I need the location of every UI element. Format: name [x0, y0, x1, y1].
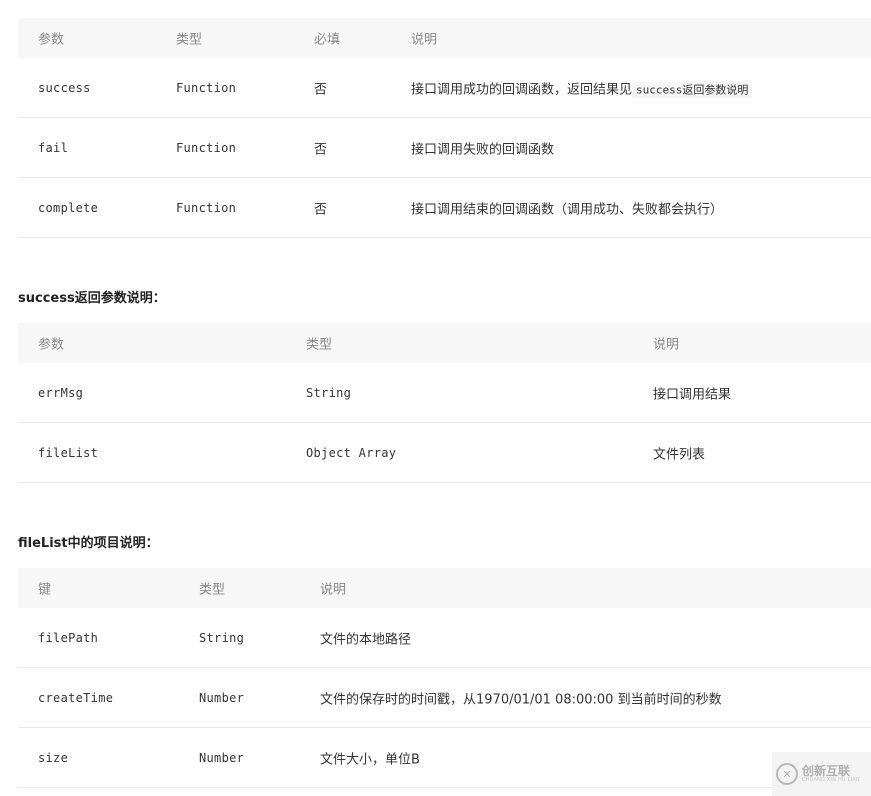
- param-type: Function: [176, 140, 237, 155]
- param-type: String: [306, 385, 352, 400]
- header-type: 类型: [199, 582, 226, 598]
- param-required: 否: [314, 202, 328, 217]
- watermark: ✕ 创新互联 CHUANG XIN HU LIAN: [772, 752, 871, 796]
- param-name: fileList: [38, 445, 99, 460]
- table-header: 参数 类型 必填 说明: [18, 18, 871, 58]
- table-header: 键 类型 说明: [18, 568, 871, 608]
- param-required: 否: [314, 82, 328, 97]
- table-row: filePath String 文件的本地路径: [18, 608, 871, 668]
- param-type: Object Array: [306, 445, 397, 460]
- param-desc: 接口调用结束的回调函数（调用成功、失败都会执行）: [411, 202, 724, 217]
- param-name: errMsg: [38, 385, 84, 400]
- logo-glyph: ✕: [782, 767, 792, 781]
- header-required: 必填: [314, 32, 341, 48]
- success-return-title: success返回参数说明：: [18, 291, 166, 306]
- table-row: fileList Object Array 文件列表: [18, 423, 871, 483]
- callback-params-table: 参数 类型 必填 说明 success Function 否 接口调用成功的回调…: [18, 18, 871, 238]
- filelist-items-title: fileList中的项目说明：: [18, 536, 159, 551]
- param-name: success: [38, 80, 91, 95]
- watermark-text: 创新互联 CHUANG XIN HU LIAN: [802, 763, 860, 784]
- header-param: 参数: [38, 337, 65, 353]
- watermark-brand-pinyin: CHUANG XIN HU LIAN: [802, 776, 860, 783]
- param-desc: 接口调用成功的回调函数，返回结果见 success返回参数说明: [411, 78, 753, 98]
- brand-logo-icon: ✕: [776, 763, 798, 785]
- desc-text: 接口调用成功的回调函数，返回结果见: [411, 82, 633, 97]
- header-param: 参数: [38, 32, 65, 48]
- param-desc: 接口调用结果: [653, 387, 732, 402]
- param-name: fail: [38, 140, 69, 155]
- table-row: success Function 否 接口调用成功的回调函数，返回结果见 succ…: [18, 58, 871, 118]
- key-desc: 文件大小，单位B: [320, 752, 420, 767]
- header-type: 类型: [306, 337, 333, 353]
- header-desc: 说明: [653, 337, 680, 353]
- key-name: size: [38, 750, 69, 765]
- filelist-items-table: 键 类型 说明 filePath String 文件的本地路径 createTi…: [18, 568, 871, 788]
- key-desc: 文件的保存时的时间戳，从1970/01/01 08:00:00 到当前时间的秒数: [320, 692, 722, 707]
- success-return-link[interactable]: success返回参数说明: [632, 81, 753, 98]
- param-type: Function: [176, 200, 237, 215]
- header-key: 键: [38, 582, 52, 598]
- key-type: Number: [199, 690, 245, 705]
- param-desc: 接口调用失败的回调函数: [411, 142, 555, 157]
- param-desc: 文件列表: [653, 447, 706, 462]
- table-row: createTime Number 文件的保存时的时间戳，从1970/01/01…: [18, 668, 871, 728]
- table-row: errMsg String 接口调用结果: [18, 363, 871, 423]
- key-name: createTime: [38, 690, 114, 705]
- header-desc: 说明: [411, 32, 438, 48]
- table-header: 参数 类型 说明: [18, 323, 871, 363]
- watermark-brand: 创新互联: [802, 763, 851, 778]
- key-name: filePath: [38, 630, 99, 645]
- success-return-table: 参数 类型 说明 errMsg String 接口调用结果 fileList O…: [18, 323, 871, 483]
- header-desc: 说明: [320, 582, 347, 598]
- key-type: String: [199, 630, 245, 645]
- table-row: size Number 文件大小，单位B: [18, 728, 871, 788]
- table-row: fail Function 否 接口调用失败的回调函数: [18, 118, 871, 178]
- key-type: Number: [199, 750, 245, 765]
- table-row: complete Function 否 接口调用结束的回调函数（调用成功、失败都…: [18, 178, 871, 238]
- param-name: complete: [38, 200, 99, 215]
- param-type: Function: [176, 80, 237, 95]
- key-desc: 文件的本地路径: [320, 632, 412, 647]
- header-type: 类型: [176, 32, 203, 48]
- param-required: 否: [314, 142, 328, 157]
